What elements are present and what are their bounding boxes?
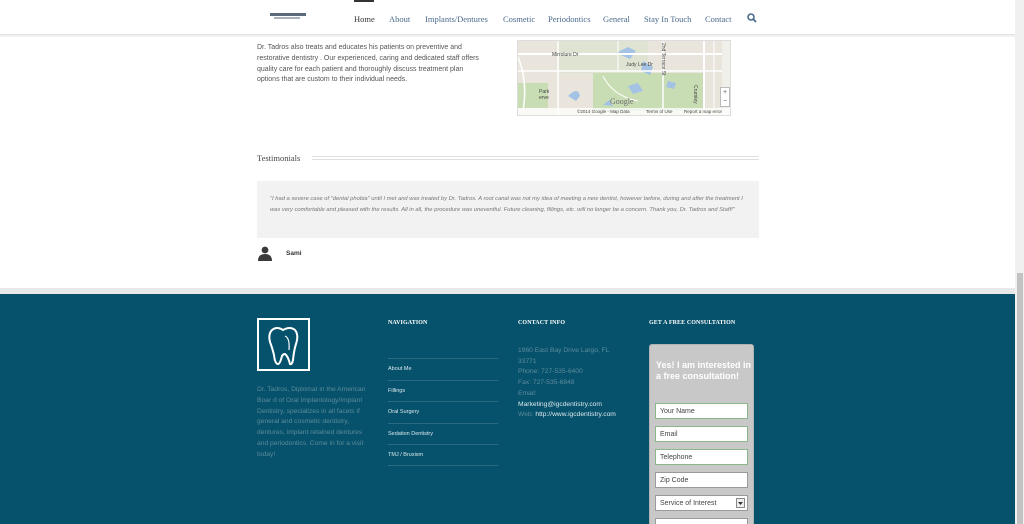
contact-email-link[interactable]: Marketing@igcdentistry.com: [518, 400, 628, 411]
contact-fax: Fax: 727-535-6848: [518, 379, 575, 387]
map-zoom-control: + −: [720, 87, 730, 107]
scrollbar-thumb[interactable]: [1017, 273, 1023, 524]
nav-home[interactable]: Home: [354, 14, 375, 24]
nav-general[interactable]: General: [603, 14, 630, 24]
zoom-out-button[interactable]: −: [721, 97, 729, 106]
chevron-down-icon: [736, 498, 745, 508]
footer-nav-fillings[interactable]: Fillings: [388, 379, 498, 402]
contact-web-link[interactable]: http://www.igcdentistry.com: [535, 411, 616, 418]
footer-tooth-logo: [257, 318, 310, 371]
site-logo[interactable]: [270, 13, 306, 21]
google-logo: Google: [610, 97, 634, 106]
tooth-icon: [268, 327, 299, 366]
name-field[interactable]: Your Name: [655, 403, 748, 419]
service-select[interactable]: Service of Interest: [655, 495, 748, 511]
search-icon[interactable]: [747, 13, 757, 23]
testimonials-heading: Testimonials: [257, 153, 301, 163]
contact-address-line2: 33771: [518, 357, 537, 365]
footer-nav-oral-surgery[interactable]: Oral Surgery: [388, 401, 498, 423]
map-label-mirrolure: Mirrolure Dr: [552, 52, 579, 58]
service-select-label: Service of Interest: [660, 500, 717, 507]
map-attribution: ©2014 Google - Map Data Terms of Use Rep…: [518, 108, 730, 115]
site-header: Home About Implants/Dentures Cosmetic Pe…: [0, 0, 1024, 35]
contact-info-heading: CONTACT INFO: [518, 320, 566, 326]
map-label-terrace: 2nd Terrace St: [660, 43, 666, 76]
form-title: Yes! I am interested in a free consultat…: [656, 360, 752, 381]
nav-implants-dentures[interactable]: Implants/Dentures: [425, 14, 488, 24]
contact-phone: Phone: 727-535-6400: [518, 368, 583, 376]
nav-contact[interactable]: Contact: [705, 14, 731, 24]
contact-info: 1960 East Bay Drive Largo, FL 33771 Phon…: [518, 346, 628, 421]
map-terms-link[interactable]: Terms of Use: [646, 109, 673, 114]
about-paragraph: Dr. Tadros also treats and educates his …: [257, 44, 479, 84]
consultation-heading: GET A FREE CONSULTATION: [649, 320, 736, 326]
zoom-in-button[interactable]: +: [721, 88, 729, 97]
telephone-field[interactable]: Telephone: [655, 449, 748, 465]
nav-cosmetic[interactable]: Cosmetic: [503, 14, 535, 24]
footer-nav-sedation-dentistry[interactable]: Sedation Dentistry: [388, 422, 498, 445]
nav-about[interactable]: About: [389, 14, 410, 24]
footer-nav-list: About Me Fillings Oral Surgery Sedation …: [388, 358, 498, 466]
divider: [312, 159, 759, 160]
header-shadow: [0, 35, 1024, 37]
testimonial-card: "I had a severe case of "dental phobia" …: [257, 181, 759, 238]
email-field[interactable]: Email: [655, 426, 748, 442]
consultation-form: Yes! I am interested in a free consultat…: [649, 344, 754, 524]
map-copyright: ©2014 Google - Map Data: [577, 109, 630, 114]
active-nav-marker: [354, 0, 374, 2]
testimonial-author: Sami: [286, 250, 302, 257]
navigation-heading: NAVIGATION: [388, 320, 428, 326]
site-footer: [0, 294, 1024, 524]
nav-periodontics[interactable]: Periodontics: [548, 14, 591, 24]
divider: [312, 156, 759, 157]
testimonial-quote: "I had a severe case of "dental phobia" …: [270, 196, 743, 213]
user-icon: [258, 246, 272, 261]
footer-nav-about-me[interactable]: About Me: [388, 358, 498, 380]
footer-about-text: Dr. Tadros, Diplomat in the American Boa…: [257, 386, 366, 458]
nav-stay-in-touch[interactable]: Stay In Touch: [644, 14, 691, 24]
map-label-judy-lee: Judy Lee Dr: [626, 62, 653, 68]
map-report-link[interactable]: Report a map error: [684, 109, 722, 114]
footer-nav-tmj-bruxism[interactable]: TMJ / Bruxism: [388, 444, 498, 466]
contact-web-label: Web:: [518, 411, 536, 419]
zip-code-field[interactable]: Zip Code: [655, 472, 748, 488]
contact-email-label: Email:: [518, 389, 537, 397]
contact-address-line1: 1960 East Bay Drive Largo, FL: [518, 347, 610, 354]
map-label-erve: erve: [539, 95, 549, 101]
additional-field[interactable]: [655, 518, 748, 524]
map-label-crumley: Crumley: [692, 85, 698, 104]
location-map[interactable]: Mirrolure Dr Judy Lee Dr 2nd Terrace St …: [517, 40, 731, 116]
